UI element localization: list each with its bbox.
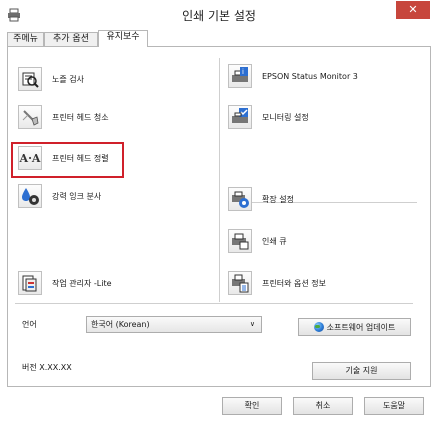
version-text: 버전 X.XX.XX [22,363,72,372]
status-monitor-icon: i [228,64,252,88]
power-ink-flushing-label: 강력 잉크 분사 [52,191,102,201]
job-arranger-item[interactable]: 작업 관리자 -Lite [18,271,112,295]
close-icon: ✕ [408,3,418,16]
print-queue-item[interactable]: 인쇄 큐 [228,229,287,253]
print-preferences-window: 인쇄 기본 설정 ✕ 주메뉴 추가 옵션 유지보수 노즐 검사 프린터 헤드 청… [0,0,438,427]
globe-icon [313,322,324,332]
title-bar: 인쇄 기본 설정 ✕ [0,0,438,30]
monitoring-preferences-label: 모니터링 설정 [262,112,309,122]
nozzle-check-label: 노즐 검사 [52,74,84,84]
head-cleaning-label: 프린터 헤드 청소 [52,112,109,122]
software-update-label: 소프트웨어 업데이트 [326,322,396,332]
job-arranger-icon [18,271,42,295]
language-label: 언어 [22,320,37,329]
printer-option-info-icon [228,271,252,295]
svg-text:i: i [242,68,244,76]
window-title: 인쇄 기본 설정 [182,9,256,23]
nozzle-check-item[interactable]: 노즐 검사 [18,67,84,91]
help-button[interactable]: 도움말 [364,397,424,415]
bottom-divider [15,303,413,304]
status-monitor-label: EPSON Status Monitor 3 [262,71,358,81]
printer-option-info-item[interactable]: 프린터와 옵션 정보 [228,271,326,295]
head-cleaning-item[interactable]: 프린터 헤드 청소 [18,105,109,129]
monitoring-preferences-item[interactable]: 모니터링 설정 [228,105,309,129]
extended-settings-icon [228,187,252,211]
language-select[interactable]: 한국어 (Korean) ∨ [86,316,262,333]
ok-button[interactable]: 확인 [222,397,282,415]
chevron-down-icon: ∨ [249,320,255,328]
language-value: 한국어 (Korean) [91,320,150,329]
print-queue-icon [228,229,252,253]
tab-main[interactable]: 주메뉴 [7,32,44,46]
head-cleaning-icon [18,105,42,129]
cancel-button[interactable]: 취소 [293,397,353,415]
power-ink-flushing-item[interactable]: 강력 잉크 분사 [18,184,101,208]
tab-maintenance[interactable]: 유지보수 [98,30,148,47]
close-button[interactable]: ✕ [396,1,430,19]
head-alignment-highlight [11,142,124,178]
monitoring-preferences-icon [228,105,252,129]
extended-settings-item[interactable]: 확장 설정 [228,187,294,211]
tab-more-options[interactable]: 추가 옵션 [44,32,98,46]
power-ink-flushing-icon [18,184,42,208]
print-queue-label: 인쇄 큐 [262,236,287,246]
job-arranger-label: 작업 관리자 -Lite [52,278,112,288]
extended-settings-label: 확장 설정 [262,194,294,204]
column-divider [219,58,220,302]
status-monitor-item[interactable]: i EPSON Status Monitor 3 [228,64,358,88]
software-update-button[interactable]: 소프트웨어 업데이트 [298,318,411,336]
nozzle-check-icon [18,67,42,91]
tech-support-button[interactable]: 기술 지원 [312,362,411,380]
printer-option-info-label: 프린터와 옵션 정보 [262,278,326,288]
